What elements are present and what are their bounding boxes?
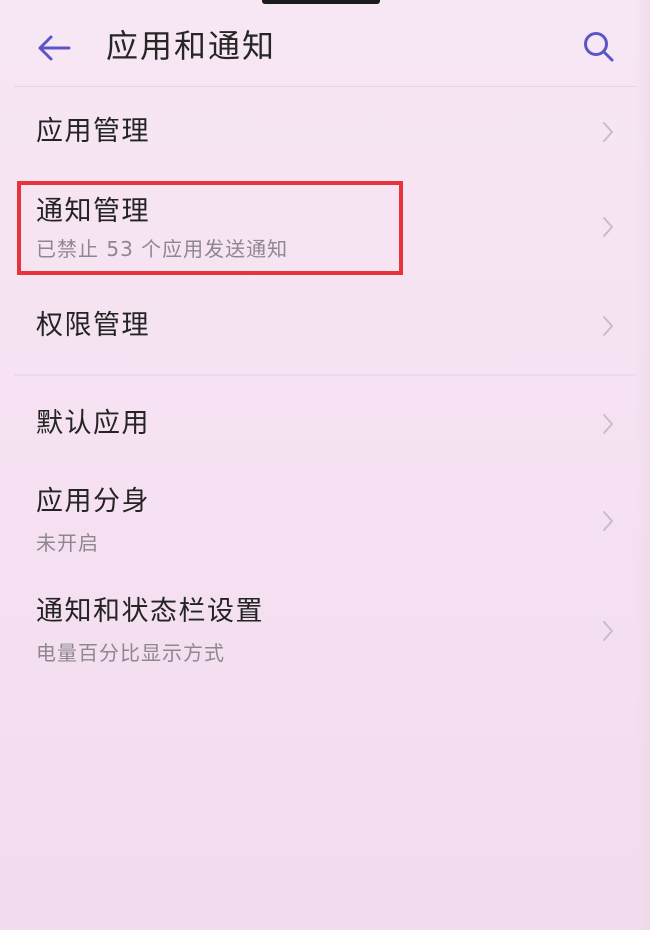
header-divider bbox=[14, 86, 636, 87]
chevron-right-icon bbox=[598, 409, 618, 439]
item-title: 默认应用 bbox=[36, 408, 150, 439]
list-item-notification-statusbar-settings[interactable]: 通知和状态栏设置 电量百分比显示方式 bbox=[0, 580, 650, 680]
app-bar: 应用和通知 bbox=[0, 0, 650, 90]
item-title: 通知和状态栏设置 bbox=[36, 596, 264, 627]
search-icon bbox=[584, 32, 614, 62]
item-title: 应用管理 bbox=[36, 116, 150, 147]
list-item-app-management[interactable]: 应用管理 bbox=[0, 100, 650, 166]
chevron-right-icon bbox=[598, 311, 618, 341]
item-subtitle: 未开启 bbox=[36, 531, 99, 555]
chevron-right-icon bbox=[598, 117, 618, 147]
list-item-permission-management[interactable]: 权限管理 bbox=[0, 290, 650, 362]
chevron-right-icon bbox=[598, 212, 618, 242]
item-subtitle: 电量百分比显示方式 bbox=[36, 641, 225, 665]
chevron-right-icon bbox=[598, 506, 618, 536]
group-divider bbox=[14, 374, 636, 376]
item-title: 权限管理 bbox=[36, 310, 150, 341]
chevron-right-icon bbox=[598, 616, 618, 646]
arrow-left-icon bbox=[38, 35, 71, 61]
screen-edge bbox=[636, 0, 650, 930]
page-title: 应用和通知 bbox=[106, 27, 277, 65]
back-button[interactable] bbox=[32, 28, 76, 68]
list-item-default-apps[interactable]: 默认应用 bbox=[0, 390, 650, 460]
list-item-app-twin[interactable]: 应用分身 未开启 bbox=[0, 470, 650, 570]
highlight-annotation-box bbox=[17, 181, 403, 275]
search-button[interactable] bbox=[574, 24, 624, 70]
item-title: 应用分身 bbox=[36, 486, 150, 517]
